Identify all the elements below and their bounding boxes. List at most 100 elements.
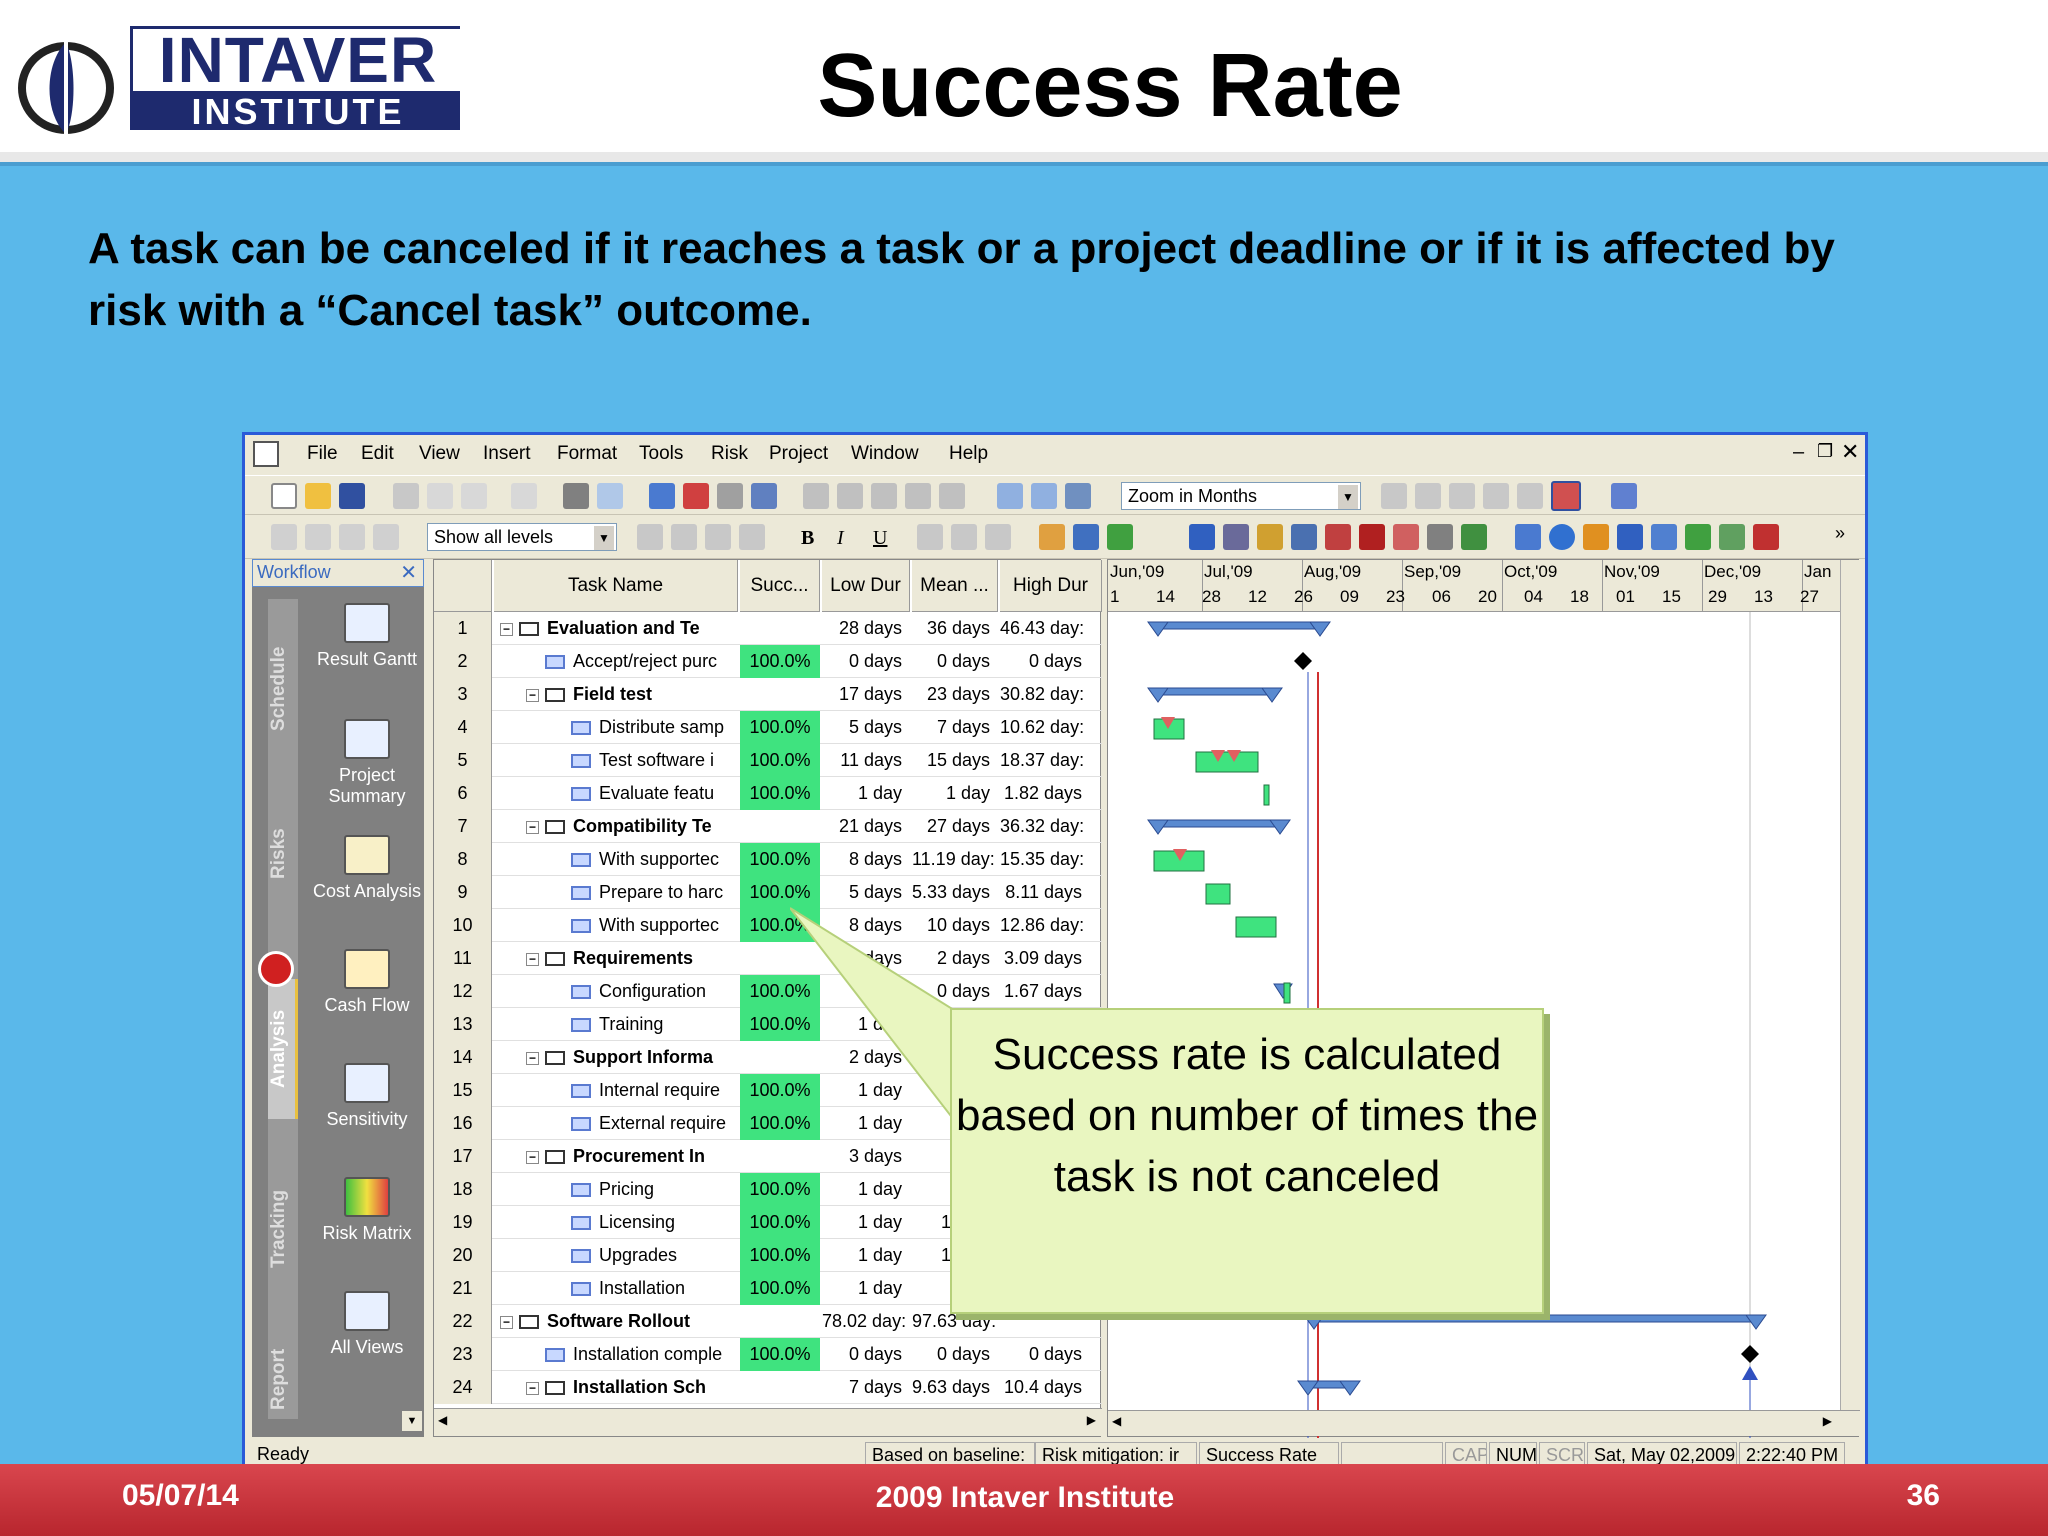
menu-edit[interactable]: Edit <box>361 443 394 465</box>
success-rate-cell[interactable] <box>740 810 820 843</box>
high-scenario-icon[interactable] <box>1483 483 1509 509</box>
table-row[interactable]: 24 − Installation Sch 7 days 9.63 days 10.4 d… <box>434 1371 1102 1404</box>
menu-help[interactable]: Help <box>949 443 988 465</box>
low-duration-cell[interactable]: 1 day <box>822 1272 910 1305</box>
success-rate-cell[interactable]: 100.0% <box>740 645 820 678</box>
row-id[interactable]: 17 <box>434 1140 492 1173</box>
undo-icon[interactable] <box>511 483 537 509</box>
task-bar[interactable] <box>1235 916 1277 938</box>
close-icon[interactable]: ✕ <box>400 560 417 585</box>
high-duration-cell[interactable]: 1.67 days <box>1000 975 1090 1008</box>
gantt-icon[interactable] <box>1189 524 1215 550</box>
baseline-icon[interactable] <box>1381 483 1407 509</box>
mean-duration-cell[interactable]: 15 days <box>912 744 998 777</box>
back-icon[interactable] <box>271 524 297 550</box>
chevron-down-icon[interactable]: ▼ <box>1338 485 1358 509</box>
row-id[interactable]: 18 <box>434 1173 492 1206</box>
table-row[interactable]: 6 Evaluate featu 100.0% 1 day 1 day 1.82 days <box>434 777 1102 810</box>
cost-icon[interactable] <box>1257 524 1283 550</box>
task-name-cell[interactable]: Training <box>494 1008 738 1041</box>
event-icon[interactable] <box>1325 524 1351 550</box>
column-header-high-dur[interactable]: High Dur <box>1000 560 1102 612</box>
success-rate-cell[interactable] <box>740 1305 820 1338</box>
matrix-icon[interactable] <box>1107 524 1133 550</box>
risk-wizard-icon[interactable] <box>1039 524 1065 550</box>
print-preview-icon[interactable] <box>597 483 623 509</box>
menu-project[interactable]: Project <box>769 443 828 465</box>
table-row[interactable]: 3 − Field test 17 days 23 days 30.82 day: <box>434 678 1102 711</box>
task-name-cell[interactable]: − Compatibility Te <box>494 810 738 843</box>
indent-icon[interactable] <box>905 483 931 509</box>
paste-icon[interactable] <box>461 483 487 509</box>
calculator-icon[interactable] <box>258 951 294 987</box>
workflow-item-cash-flow[interactable]: Cash Flow <box>312 949 422 1016</box>
task-bar[interactable] <box>1263 784 1270 806</box>
success-rate-cell[interactable]: 100.0% <box>740 1173 820 1206</box>
sort-icon[interactable] <box>1551 481 1581 511</box>
collapse-icon[interactable]: − <box>500 622 513 636</box>
more-icon[interactable]: » <box>1835 523 1845 544</box>
chevron-down-icon[interactable]: ▼ <box>594 526 614 550</box>
row-id[interactable]: 14 <box>434 1041 492 1074</box>
report-icon[interactable] <box>1583 524 1609 550</box>
bar-chart-icon[interactable] <box>1617 524 1643 550</box>
task-name-cell[interactable]: − Evaluation and Te <box>494 612 738 645</box>
task-name-cell[interactable]: − Procurement In <box>494 1140 738 1173</box>
forward-icon[interactable] <box>305 524 331 550</box>
collapse-icon[interactable]: − <box>500 1315 513 1329</box>
menu-tools[interactable]: Tools <box>639 443 683 465</box>
menu-view[interactable]: View <box>419 443 460 465</box>
row-id[interactable]: 4 <box>434 711 492 744</box>
task-name-cell[interactable]: Internal require <box>494 1074 738 1107</box>
mean-duration-cell[interactable]: 27 days <box>912 810 998 843</box>
task-bar[interactable] <box>1283 982 1291 1004</box>
resources-icon[interactable] <box>1223 524 1249 550</box>
close-icon[interactable]: ✕ <box>1841 439 1859 465</box>
mean-duration-cell[interactable]: 11.19 day: <box>912 843 998 876</box>
grid-icon[interactable] <box>751 483 777 509</box>
show-subtasks-icon[interactable] <box>339 524 365 550</box>
levels-combo[interactable]: Show all levels ▼ <box>427 523 617 551</box>
task-name-cell[interactable]: Prepare to harc <box>494 876 738 909</box>
success-rate-cell[interactable]: 100.0% <box>740 744 820 777</box>
success-rate-cell[interactable]: 100.0% <box>740 1338 820 1371</box>
high-duration-cell[interactable]: 10.4 days <box>1000 1371 1090 1404</box>
task-name-cell[interactable]: − Requirements <box>494 942 738 975</box>
low-duration-cell[interactable]: 17 days <box>822 678 910 711</box>
minimize-icon[interactable]: – <box>1793 441 1804 464</box>
risk-matrix-icon[interactable] <box>1685 524 1711 550</box>
tab-schedule[interactable]: Schedule <box>268 629 298 749</box>
monte-carlo-icon[interactable] <box>1427 524 1453 550</box>
low-duration-cell[interactable]: 5 days <box>822 711 910 744</box>
table-row[interactable]: 10 With supportec 100.0% 8 days 10 days 12.86… <box>434 909 1102 942</box>
zoom-combo[interactable]: Zoom in Months ▼ <box>1121 482 1361 510</box>
collapse-icon[interactable]: − <box>526 820 539 834</box>
row-id[interactable]: 15 <box>434 1074 492 1107</box>
row-id[interactable]: 23 <box>434 1338 492 1371</box>
print-icon[interactable] <box>563 483 589 509</box>
save-icon[interactable] <box>339 483 365 509</box>
high-duration-cell[interactable]: 3.09 days <box>1000 942 1090 975</box>
task-name-cell[interactable]: Licensing <box>494 1206 738 1239</box>
success-rate-cell[interactable] <box>740 1371 820 1404</box>
high-duration-cell[interactable]: 18.37 day: <box>1000 744 1090 777</box>
high-duration-cell[interactable]: 46.43 day: <box>1000 612 1090 645</box>
bold-icon[interactable]: B <box>801 527 814 550</box>
task-name-cell[interactable]: Installation comple <box>494 1338 738 1371</box>
open-icon[interactable] <box>305 483 331 509</box>
low-duration-cell[interactable]: 21 days <box>822 810 910 843</box>
low-duration-cell[interactable]: 78.02 day: <box>822 1305 910 1338</box>
risk-icon[interactable] <box>1359 524 1385 550</box>
table-icon[interactable] <box>717 483 743 509</box>
info-icon[interactable] <box>1549 524 1575 550</box>
column-header-low-dur[interactable]: Low Dur <box>822 560 910 612</box>
mean-duration-cell[interactable]: 7 days <box>912 711 998 744</box>
menu-window[interactable]: Window <box>851 443 919 465</box>
task-name-cell[interactable]: − Installation Sch <box>494 1371 738 1404</box>
flag-icon[interactable] <box>1753 524 1779 550</box>
low-duration-cell[interactable]: 7 days <box>822 1371 910 1404</box>
collapse-icon[interactable]: − <box>526 952 539 966</box>
mean-duration-cell[interactable]: 0 days <box>912 645 998 678</box>
compare-icon[interactable] <box>1517 483 1543 509</box>
task-name-cell[interactable]: Installation <box>494 1272 738 1305</box>
